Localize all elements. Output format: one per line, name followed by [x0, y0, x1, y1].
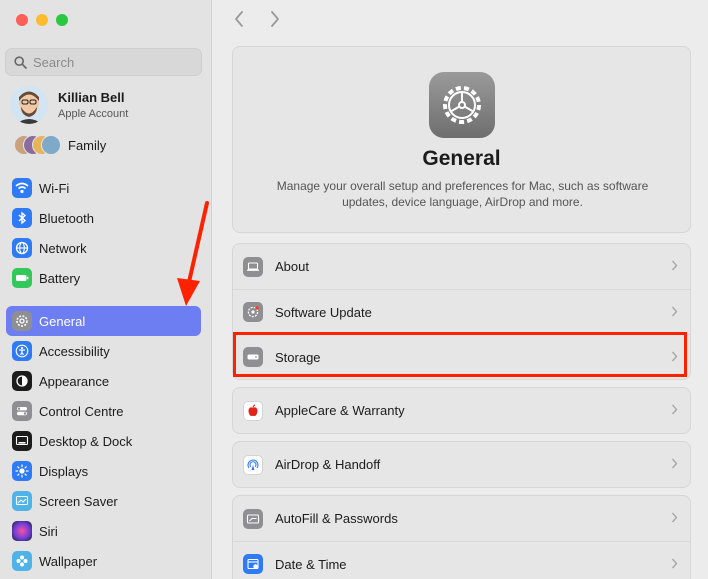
chevron-right-icon — [671, 259, 678, 274]
siri-icon — [12, 521, 32, 541]
sidebar-item-label: Desktop & Dock — [39, 433, 133, 449]
row-label: AutoFill & Passwords — [275, 511, 398, 526]
family-item[interactable]: Family — [14, 135, 106, 155]
row-date-time[interactable]: Date & Time — [233, 541, 690, 579]
row-autofill[interactable]: AutoFill & Passwords — [233, 496, 690, 541]
row-airdrop[interactable]: AirDrop & Handoff — [233, 442, 690, 487]
family-label: Family — [68, 137, 107, 153]
autofill-icon — [243, 508, 263, 529]
globe-icon — [12, 238, 32, 258]
row-label: AppleCare & Warranty — [275, 403, 405, 418]
settings-group-autofill: AutoFill & Passwords Date & Time — [232, 495, 691, 579]
sidebar-item-general[interactable]: General — [6, 306, 201, 336]
search-icon — [14, 55, 27, 69]
row-label: Storage — [275, 349, 321, 365]
row-applecare[interactable]: AppleCare & Warranty — [233, 388, 690, 433]
back-icon[interactable] — [233, 10, 245, 33]
sidebar-item-battery[interactable]: Battery — [6, 263, 201, 293]
settings-group-system: About Software Update Storage — [232, 243, 691, 380]
account-subtitle: Apple Account — [58, 108, 129, 120]
sidebar-item-label: Appearance — [39, 373, 110, 389]
sun-icon — [12, 461, 32, 481]
sidebar-item-network[interactable]: Network — [6, 233, 201, 263]
sidebar-item-wallpaper[interactable]: Wallpaper — [6, 546, 201, 576]
bluetooth-icon — [12, 208, 32, 228]
row-label: Date & Time — [275, 556, 347, 572]
battery-icon — [12, 268, 32, 288]
sidebar-item-label: Wi-Fi — [39, 180, 70, 196]
sidebar-item-displays[interactable]: Displays — [6, 456, 201, 486]
apple-icon — [243, 400, 263, 421]
chevron-right-icon — [671, 305, 678, 320]
dock-icon — [12, 431, 32, 451]
sidebar-item-label: Battery — [39, 270, 81, 286]
row-label: About — [275, 259, 309, 274]
search-field[interactable] — [5, 48, 202, 76]
sidebar-item-label: Accessibility — [39, 343, 110, 359]
sidebar-item-siri[interactable]: Siri — [6, 516, 201, 546]
account-item[interactable]: Killian Bell Apple Account — [10, 86, 128, 124]
family-avatars — [14, 135, 61, 155]
software-update-icon — [243, 302, 263, 322]
sidebar-item-desktop-dock[interactable]: Desktop & Dock — [6, 426, 201, 456]
sidebar-item-label: Siri — [39, 523, 58, 539]
sidebar-item-label: Control Centre — [39, 403, 124, 419]
zoom-button[interactable] — [56, 14, 68, 26]
settings-group-applecare: AppleCare & Warranty — [232, 387, 691, 434]
row-label: Software Update — [275, 304, 372, 320]
sidebar-item-wifi[interactable]: Wi-Fi — [6, 173, 201, 203]
sidebar-item-label: Wallpaper — [39, 553, 98, 569]
forward-icon[interactable] — [269, 10, 281, 33]
chevron-right-icon — [671, 457, 678, 472]
chevron-right-icon — [671, 557, 678, 572]
flower-icon — [12, 551, 32, 571]
sidebar-item-accessibility[interactable]: Accessibility — [6, 336, 201, 366]
toggles-icon — [12, 401, 32, 421]
sidebar-item-label: General — [39, 313, 86, 329]
sidebar-item-bluetooth[interactable]: Bluetooth — [6, 203, 201, 233]
calendar-icon — [243, 554, 263, 574]
chevron-right-icon — [671, 403, 678, 418]
general-header-card: General Manage your overall setup and pr… — [232, 46, 691, 233]
page-title: General — [422, 147, 501, 170]
search-input[interactable] — [33, 54, 183, 70]
row-software-update[interactable]: Software Update — [233, 289, 690, 334]
row-label: AirDrop & Handoff — [275, 457, 381, 472]
gear-icon — [429, 72, 495, 138]
gear-icon — [12, 311, 32, 331]
avatar — [10, 86, 48, 124]
settings-group-airdrop: AirDrop & Handoff — [232, 441, 691, 488]
sidebar-item-label: Network — [39, 240, 87, 256]
sidebar-item-appearance[interactable]: Appearance — [6, 366, 201, 396]
page-description: Manage your overall setup and preference… — [276, 179, 649, 209]
sidebar-item-label: Screen Saver — [39, 493, 118, 509]
sidebar-item-label: Displays — [39, 463, 89, 479]
minimize-button[interactable] — [36, 14, 48, 26]
sidebar-item-control-centre[interactable]: Control Centre — [6, 396, 201, 426]
main-content: General Manage your overall setup and pr… — [213, 0, 708, 579]
sidebar-item-screen-saver[interactable]: Screen Saver — [6, 486, 201, 516]
accessibility-icon — [12, 341, 32, 361]
window-controls — [16, 14, 68, 26]
close-button[interactable] — [16, 14, 28, 26]
drive-icon — [243, 347, 263, 367]
sidebar-item-label: Bluetooth — [39, 210, 94, 226]
row-about[interactable]: About — [233, 244, 690, 289]
chevron-right-icon — [671, 350, 678, 365]
sidebar: Killian Bell Apple Account Family Wi-Fi … — [0, 0, 212, 579]
wifi-icon — [12, 178, 32, 198]
account-name: Killian Bell — [58, 90, 125, 105]
airdrop-icon — [243, 454, 263, 475]
laptop-icon — [243, 256, 263, 277]
row-storage[interactable]: Storage — [233, 334, 690, 379]
appearance-icon — [12, 371, 32, 391]
screensaver-icon — [12, 491, 32, 511]
chevron-right-icon — [671, 511, 678, 526]
